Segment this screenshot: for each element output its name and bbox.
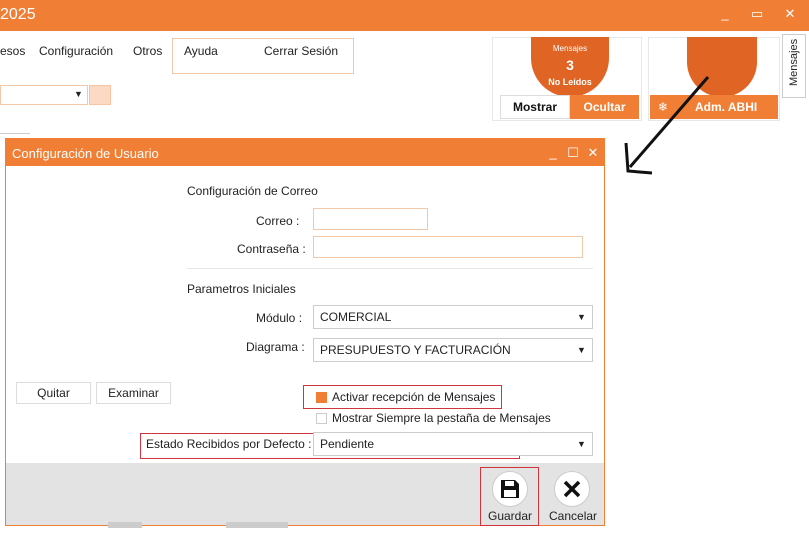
menu-item-procesos[interactable]: esos xyxy=(0,44,25,58)
default-status-value: Pendiente xyxy=(320,437,375,451)
menu-item-otros[interactable]: Otros xyxy=(133,44,162,58)
minimize-icon[interactable]: _ xyxy=(717,6,733,22)
activate-messages-label: Activar recepción de Mensajes xyxy=(332,390,496,404)
menu-item-cerrar-sesion[interactable]: Cerrar Sesión xyxy=(264,44,338,58)
dialog-maximize-icon[interactable]: ☐ xyxy=(566,145,580,161)
email-label: Correo : xyxy=(256,214,300,228)
menu-item-configuracion[interactable]: Configuración xyxy=(39,44,113,58)
diagram-value: PRESUPUESTO Y FACTURACIÓN xyxy=(320,343,511,357)
dialog-close-icon[interactable]: ✕ xyxy=(586,145,600,161)
window-title: 2025 xyxy=(0,6,36,23)
remove-button[interactable]: Quitar xyxy=(16,382,91,404)
show-messages-button[interactable]: Mostrar xyxy=(500,95,570,119)
chevron-down-icon[interactable]: ▼ xyxy=(577,439,586,449)
save-label: Guardar xyxy=(488,509,533,523)
section-divider xyxy=(187,268,593,269)
restore-icon[interactable]: ▭ xyxy=(749,6,765,22)
messages-status: No Leídos xyxy=(548,77,592,87)
diagram-select[interactable]: PRESUPUESTO Y FACTURACIÓN xyxy=(313,338,593,362)
module-select[interactable]: COMERCIAL xyxy=(313,305,593,329)
module-label: Módulo : xyxy=(256,311,303,325)
email-section-title: Configuración de Correo xyxy=(187,184,318,198)
close-icon xyxy=(563,480,581,498)
window-titlebar xyxy=(0,0,809,31)
password-field[interactable] xyxy=(313,236,583,258)
background-scrollbar xyxy=(108,522,142,528)
chevron-down-icon[interactable]: ▼ xyxy=(577,345,586,355)
chevron-down-icon[interactable]: ▼ xyxy=(577,312,586,322)
floppy-disk-icon xyxy=(501,480,519,498)
always-show-tab-label: Mostrar Siempre la pestaña de Mensajes xyxy=(332,411,551,425)
default-status-select[interactable]: Pendiente xyxy=(313,432,593,456)
password-label: Contraseña : xyxy=(237,242,306,256)
cancel-label: Cancelar xyxy=(549,509,598,523)
close-icon[interactable]: ✕ xyxy=(782,6,798,22)
params-section-title: Parametros Iniciales xyxy=(187,282,296,296)
messages-count: 3 xyxy=(566,57,574,73)
default-status-label: Estado Recibidos por Defecto : xyxy=(146,437,312,451)
menu-item-ayuda[interactable]: Ayuda xyxy=(184,44,218,58)
activate-messages-checkbox[interactable] xyxy=(316,392,327,403)
always-show-tab-checkbox[interactable] xyxy=(316,413,327,424)
annotation-arrow-icon xyxy=(624,76,710,175)
chevron-down-icon[interactable]: ▼ xyxy=(74,89,83,99)
top-action-button[interactable] xyxy=(89,85,111,105)
module-value: COMERCIAL xyxy=(320,310,392,324)
dialog-title: Configuración de Usuario xyxy=(12,146,159,161)
email-field[interactable] xyxy=(313,208,428,230)
side-tab-label: Mensajes xyxy=(788,38,800,86)
divider xyxy=(0,133,30,134)
messages-badge-title: Mensajes xyxy=(552,44,588,53)
background-scrollbar xyxy=(226,522,288,528)
dialog-minimize-icon[interactable]: _ xyxy=(546,145,560,160)
diagram-label: Diagrama : xyxy=(246,340,305,354)
browse-button[interactable]: Examinar xyxy=(96,382,171,404)
